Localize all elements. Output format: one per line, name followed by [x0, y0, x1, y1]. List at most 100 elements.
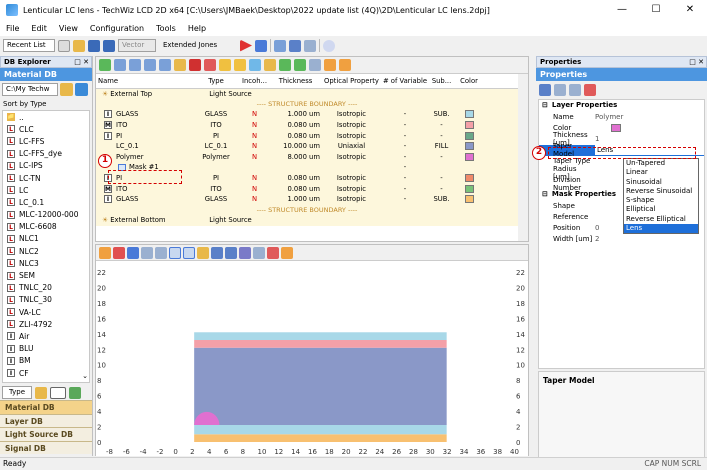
col-color[interactable]: Color: [454, 74, 485, 89]
dropdown-option[interactable]: S-shape: [624, 196, 698, 205]
row-incoh[interactable]: N: [240, 120, 269, 131]
paste-icon[interactable]: [174, 59, 186, 71]
zoom-out-icon[interactable]: [225, 246, 237, 259]
menu-view[interactable]: View: [53, 24, 84, 33]
menu-configuration[interactable]: Configuration: [84, 24, 150, 33]
pin-icon[interactable]: □ ✕: [689, 57, 706, 67]
row-incoh[interactable]: N: [240, 109, 269, 120]
table-row[interactable]: M ITO ITO N 0.080 um Isotropic - -: [96, 119, 518, 131]
color-swatch[interactable]: [464, 195, 474, 204]
delete-icon[interactable]: [189, 59, 201, 71]
wizard-tool-icon[interactable]: [584, 84, 596, 96]
list-item[interactable]: L MLC-12000-000: [3, 209, 89, 221]
list-item[interactable]: L LC-FFS_dye: [3, 148, 89, 160]
scroll-down-icon[interactable]: ⌄: [82, 372, 88, 380]
list-item[interactable]: I CF: [3, 367, 89, 379]
copy-icon[interactable]: [159, 59, 171, 71]
structure-plot[interactable]: 22 2220 2018 1816 1614 1412 1210 108 86 64 42 20 0-8…: [96, 262, 528, 456]
dropdown-option[interactable]: Un-Tapered: [624, 159, 698, 168]
external-row[interactable]: ☀ External Bottom Light Source: [96, 215, 518, 226]
add-icon[interactable]: [69, 386, 81, 399]
color-swatch[interactable]: [464, 110, 474, 119]
row-thickness[interactable]: 8.000 um: [269, 152, 322, 163]
col-variables[interactable]: # of Variable: [380, 74, 430, 89]
row-incoh[interactable]: N: [240, 173, 269, 184]
dropdown-option[interactable]: Elliptical: [624, 205, 698, 214]
vertical-icon[interactable]: [183, 246, 195, 259]
remove-icon[interactable]: [204, 59, 216, 71]
vector-combo[interactable]: Vector: [118, 39, 156, 52]
tab-light-source-db[interactable]: Light Source DB: [0, 427, 92, 441]
folder-open-icon[interactable]: [219, 59, 231, 71]
chart-icon[interactable]: [289, 39, 301, 52]
list-item[interactable]: L NLC2: [3, 245, 89, 257]
row-thickness[interactable]: 0.080 um: [269, 173, 322, 184]
color-swatch[interactable]: [464, 121, 474, 130]
dropdown-option[interactable]: Reverse Elliptical: [624, 215, 698, 224]
zoom-in-icon[interactable]: [211, 246, 223, 259]
export-icon[interactable]: [264, 59, 276, 71]
grid-view-icon[interactable]: [141, 246, 153, 259]
row-thickness[interactable]: 0.080 um: [269, 183, 322, 194]
draw-icon[interactable]: [113, 246, 125, 259]
row-thickness[interactable]: 0.080 um: [269, 120, 322, 131]
dropdown-option[interactable]: Sinusoidal: [624, 178, 698, 187]
sort-label[interactable]: Sort by Type: [0, 98, 92, 110]
export-image-icon[interactable]: [267, 246, 279, 259]
tab-signal-db[interactable]: Signal DB: [0, 440, 92, 454]
save-icon[interactable]: [88, 39, 100, 52]
list-item[interactable]: L ZLI-4792: [3, 318, 89, 330]
row-incoh[interactable]: N: [240, 183, 269, 194]
extended-jones-combo[interactable]: Extended Jones: [159, 39, 237, 52]
pin-close-icon[interactable]: □ ✕: [74, 57, 91, 67]
color-swatch[interactable]: [464, 174, 474, 183]
grid-icon[interactable]: [249, 59, 261, 71]
layer-icon[interactable]: [114, 59, 126, 71]
layers-icon[interactable]: [253, 246, 265, 259]
list-item[interactable]: L CLC: [3, 123, 89, 135]
ruler-icon[interactable]: [197, 246, 209, 259]
list-item[interactable]: L MLC-6608: [3, 221, 89, 233]
horizontal-icon[interactable]: [169, 246, 181, 259]
import-icon[interactable]: [234, 59, 246, 71]
help-icon[interactable]: [323, 39, 335, 52]
row-incoh[interactable]: N: [240, 152, 269, 163]
row-incoh[interactable]: [240, 162, 269, 173]
row-thickness[interactable]: 10.000 um: [269, 141, 322, 152]
palette-icon[interactable]: [35, 386, 47, 399]
list-item[interactable]: L LC: [3, 184, 89, 196]
zoom-fit-icon[interactable]: [127, 246, 139, 259]
run-icon[interactable]: [240, 39, 252, 52]
flip-icon[interactable]: [309, 59, 321, 71]
add-layer-icon[interactable]: [99, 59, 111, 71]
property-row[interactable]: Width [um] 2: [539, 234, 704, 245]
col-type[interactable]: Type: [192, 74, 240, 89]
property-row[interactable]: Name Polymer: [539, 111, 704, 122]
color-swatch[interactable]: [464, 142, 474, 151]
insert-icon[interactable]: [129, 59, 141, 71]
open-icon[interactable]: [73, 39, 85, 52]
list-item[interactable]: 📁..: [3, 111, 89, 123]
color-swatch[interactable]: [464, 152, 474, 161]
move-up-icon[interactable]: [279, 59, 291, 71]
refresh-icon[interactable]: [75, 83, 88, 96]
col-incoh[interactable]: Incoh...: [240, 74, 269, 89]
minimize-button[interactable]: —: [605, 0, 639, 20]
table-row[interactable]: Polymer Polymer N 8.000 um Isotropic - -: [96, 151, 518, 163]
report-icon[interactable]: [304, 39, 316, 52]
select-icon[interactable]: [239, 246, 251, 259]
alphabetical-icon[interactable]: [554, 84, 566, 96]
list-item[interactable]: L LC-TN: [3, 172, 89, 184]
hand-icon[interactable]: [99, 246, 111, 259]
calc-icon[interactable]: [255, 39, 267, 52]
dropdown-option[interactable]: Reverse Sinusoidal: [624, 187, 698, 196]
color-swatch[interactable]: [464, 184, 474, 193]
menu-help[interactable]: Help: [182, 24, 212, 33]
dropdown-option[interactable]: Lens: [624, 224, 698, 234]
row-thickness[interactable]: [269, 162, 322, 173]
list-item[interactable]: I BM: [3, 355, 89, 367]
table-row[interactable]: I GLASS GLASS N 1.000 um Isotropic - SUB.: [96, 109, 518, 120]
layer-properties-section[interactable]: ⊟ Layer Properties: [539, 100, 704, 111]
path-combo[interactable]: C:\My Techw: [2, 83, 58, 96]
property-value[interactable]: 1: [595, 135, 704, 143]
